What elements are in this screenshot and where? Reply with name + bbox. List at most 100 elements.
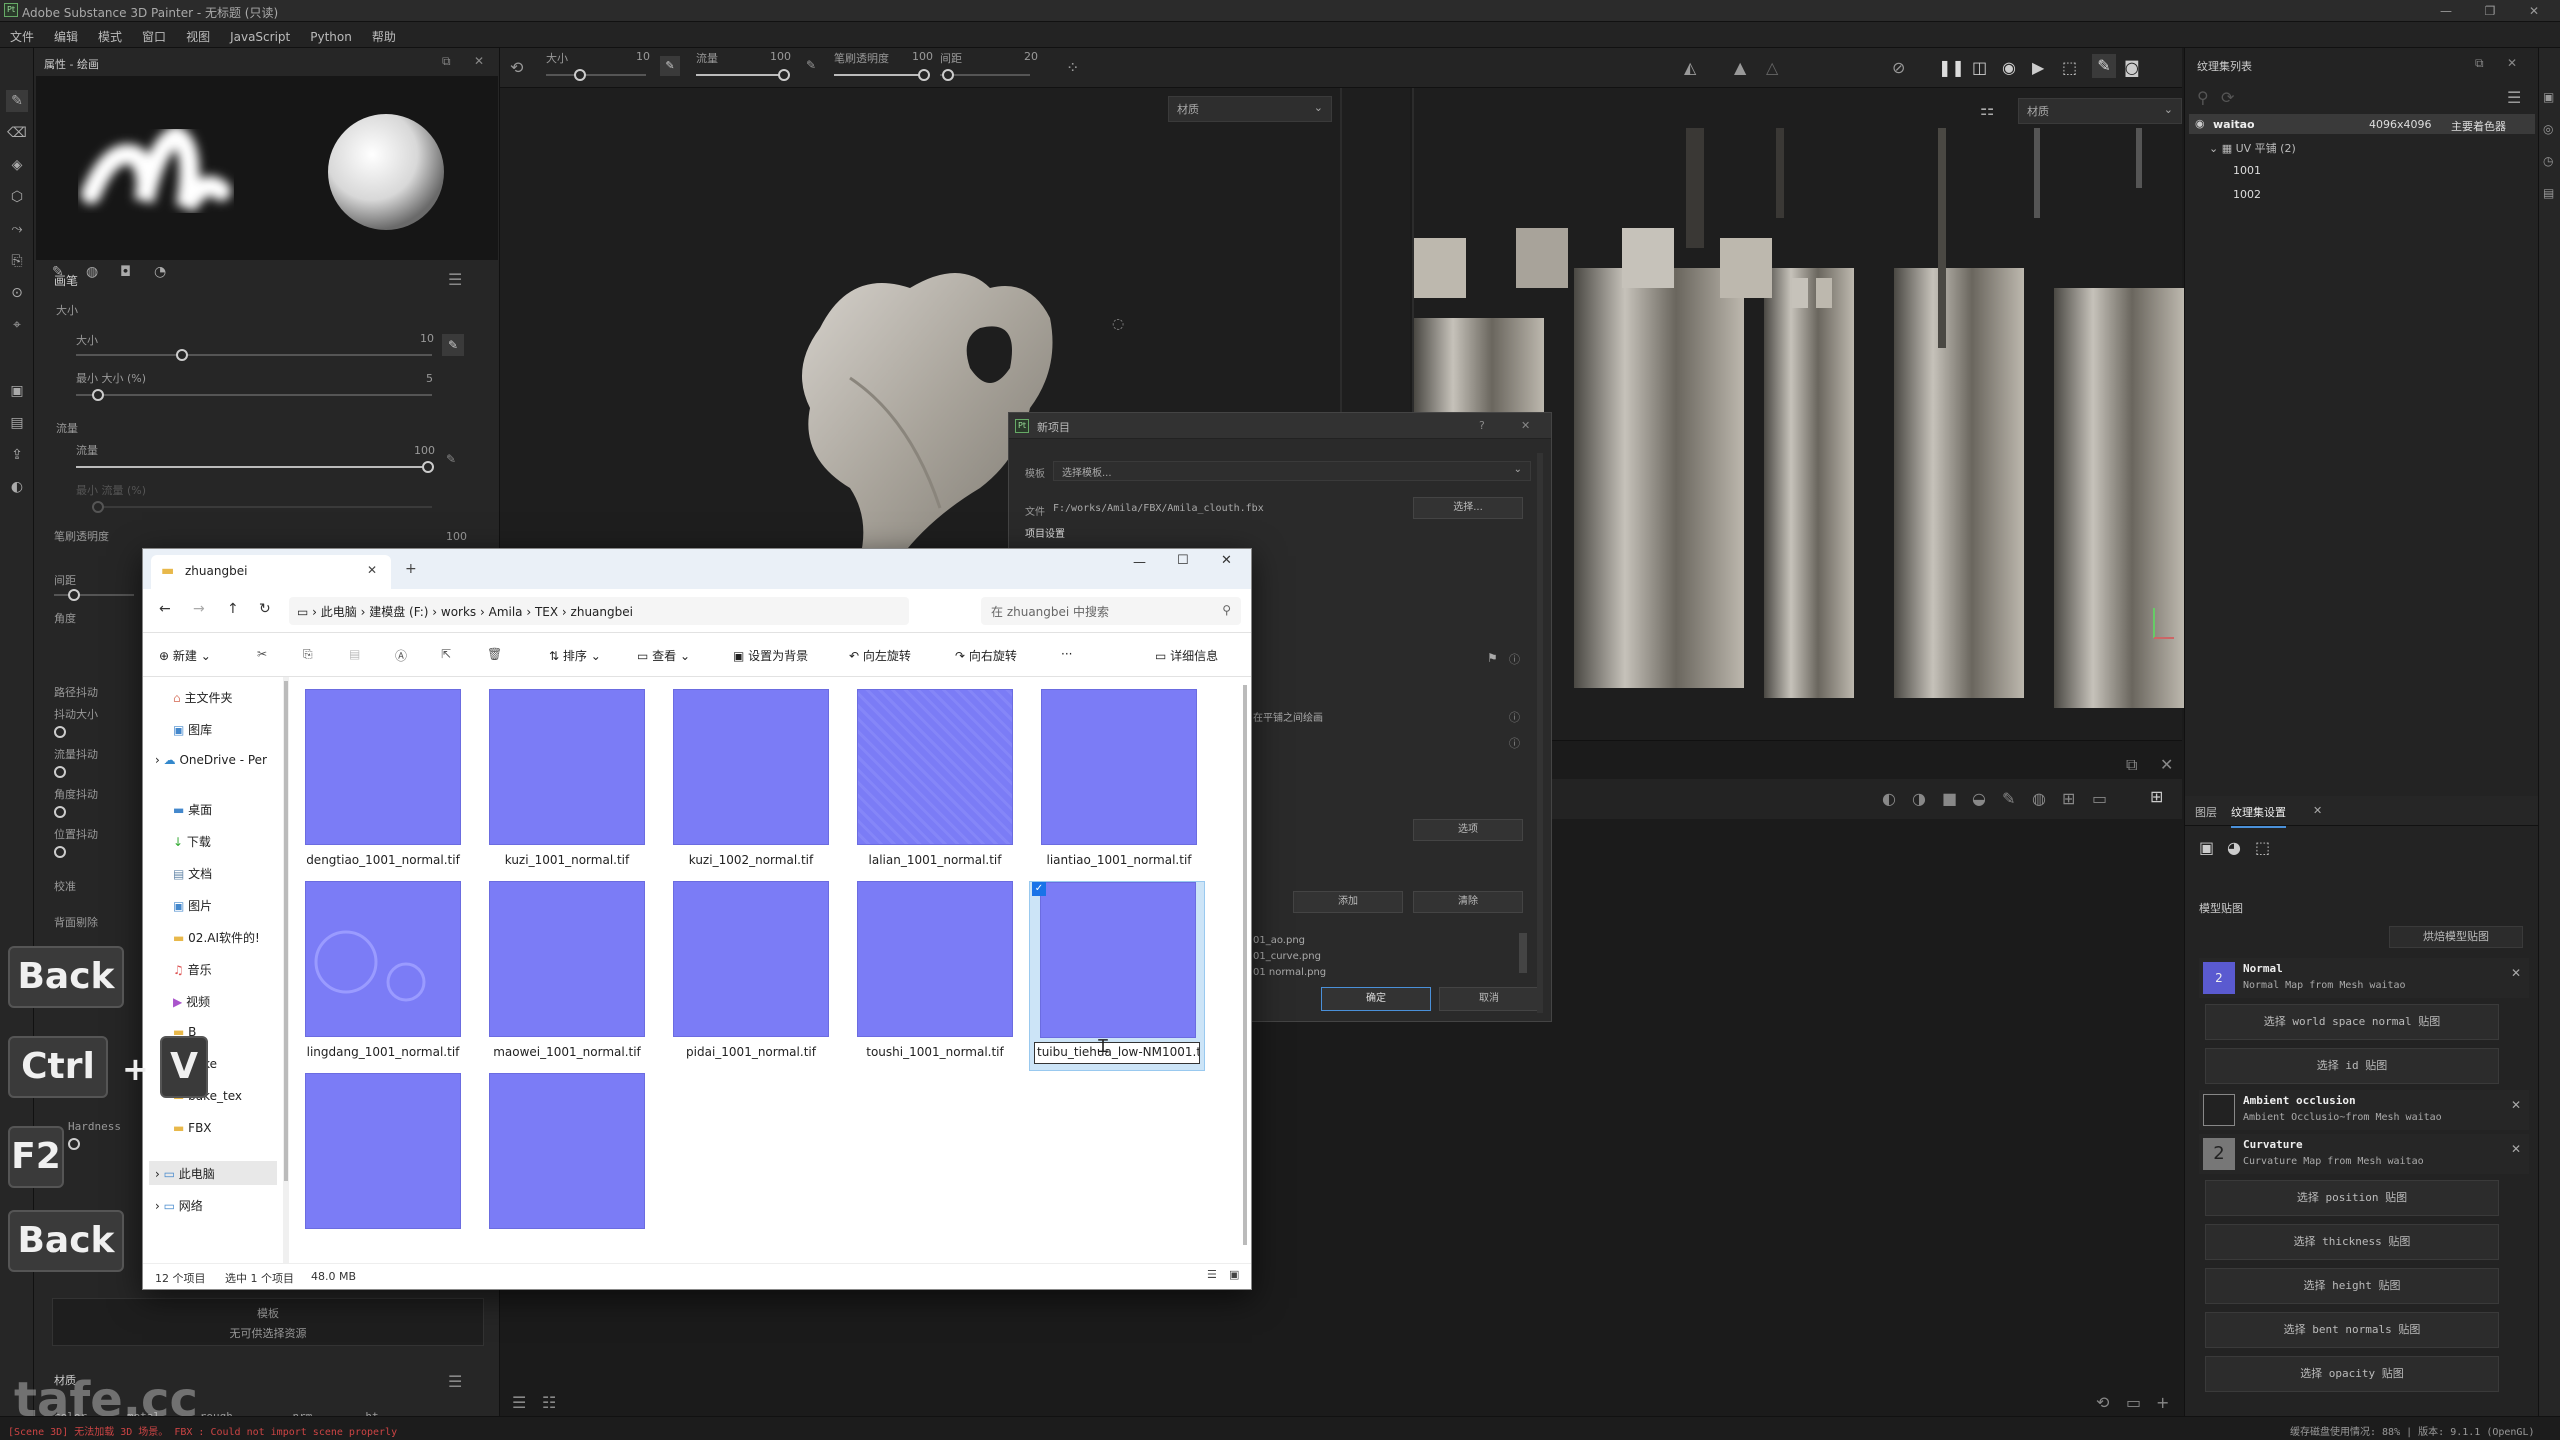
light2-icon[interactable]: △ [1766, 58, 1778, 77]
file-grid-scrollbar[interactable] [1243, 685, 1247, 1245]
opacity-map-button[interactable]: 选择 opacity 贴图 [2205, 1356, 2499, 1392]
spacing-knob[interactable] [68, 589, 80, 601]
file-list-item[interactable]: 01_ao.png [1253, 933, 1326, 949]
menu-javascript[interactable]: JavaScript [220, 24, 300, 44]
layer-filter-icon[interactable]: ◍ [2032, 789, 2046, 808]
nav-this-pc[interactable]: › ▭ 此电脑 [149, 1161, 277, 1185]
tab-close-icon[interactable]: ✕ [367, 563, 377, 577]
projection-icon[interactable]: ◈ [6, 154, 28, 176]
ts-float-icon[interactable]: ⧉ [2475, 56, 2484, 71]
dock-add-icon[interactable]: + [2156, 1393, 2169, 1412]
uv-tile-1002[interactable]: 1002 [2233, 188, 2261, 201]
tb-spacing-knob[interactable] [942, 69, 954, 81]
crumb[interactable]: TEX [535, 605, 558, 619]
size-slider[interactable] [76, 354, 432, 356]
search-box[interactable]: 在 zhuangbei 中搜索 ⚲ [981, 597, 1241, 625]
paste-icon[interactable]: ▤ [349, 647, 360, 661]
dock-list2-icon[interactable]: ☷ [542, 1393, 556, 1412]
polygon-fill-icon[interactable]: ⬡ [6, 186, 28, 208]
paint-brush-icon[interactable]: ✎ [6, 90, 28, 112]
menu-mode[interactable]: 模式 [88, 22, 132, 45]
layer-mask-icon[interactable]: ◐ [1882, 789, 1896, 808]
rename-icon[interactable]: Ⓐ [395, 647, 407, 664]
nav-videos[interactable]: ▶ 视频 [173, 993, 210, 1010]
material-mode-dropdown-2d[interactable]: 材质 ⌄ [2018, 98, 2182, 124]
section-menu-icon[interactable]: ☰ [448, 270, 462, 289]
ts-menu-icon[interactable]: ☰ [2507, 88, 2521, 107]
ok-button[interactable]: 确定 [1321, 987, 1431, 1011]
layer-view-icon[interactable]: ⊞ [2150, 787, 2163, 806]
dock-add-folder-icon[interactable]: ▭ [2126, 1393, 2141, 1412]
details-view-icon[interactable]: ☰ [1207, 1268, 1217, 1281]
crumb[interactable]: 此电脑 [321, 605, 357, 619]
file-list-item[interactable]: 01_curve.png [1253, 949, 1326, 965]
pen-pressure-icon[interactable]: ✎ [442, 334, 464, 356]
close-panel-icon[interactable]: ✕ [474, 54, 484, 68]
nav-downloads[interactable]: ↓ 下载 [173, 833, 211, 850]
add-button[interactable]: 添加 [1293, 891, 1403, 913]
settings-cap-icon[interactable]: ⚑ [1487, 651, 1498, 665]
curvature-remove-icon[interactable]: ✕ [2511, 1142, 2521, 1156]
tab-layers[interactable]: 图层 [2195, 804, 2217, 820]
size-slider-knob[interactable] [176, 349, 188, 361]
nav-fbx[interactable]: ▬ FBX [173, 1121, 212, 1135]
file-item-selected[interactable]: ✓ tuibu_tiehua_low-NM1001.tif Ɪ [1029, 881, 1205, 1071]
explorer-close-icon[interactable]: ✕ [1221, 553, 1232, 568]
min-size-knob[interactable] [92, 389, 104, 401]
grid-toggle-icon[interactable]: ⚏ [1980, 100, 1994, 119]
layer-paint-icon[interactable]: ✎ [2002, 789, 2015, 808]
smudge-icon[interactable]: ⤳ [6, 218, 28, 240]
pause-icon[interactable]: ❚❚ [1938, 58, 1965, 77]
crumb[interactable]: Amila [489, 605, 523, 619]
bake-mesh-maps-button[interactable]: 烘焙模型贴图 [2389, 926, 2523, 948]
tb-opacity-knob[interactable] [918, 69, 930, 81]
new-tab-icon[interactable]: + [405, 561, 417, 577]
tb-flow-pen-icon[interactable]: ✎ [806, 58, 816, 72]
up-icon[interactable]: ↑ [227, 601, 239, 617]
tb-flow-knob[interactable] [778, 69, 790, 81]
nav-network[interactable]: › ▭ 网络 [155, 1197, 203, 1214]
refresh-icon[interactable]: ↻ [259, 601, 271, 617]
strip-history-icon[interactable]: ◷ [2543, 154, 2553, 168]
set-wallpaper-button[interactable]: ▣ 设置为背景 [733, 647, 808, 664]
crumb[interactable]: zhuangbei [571, 605, 633, 619]
nav-documents[interactable]: ▤ 文档 [173, 865, 212, 882]
select-checkbox[interactable]: ✓ [1032, 882, 1046, 896]
uv-tiles-row[interactable]: ⌄ ▦ UV 平铺 (2) [2209, 140, 2296, 156]
sort-button[interactable]: ⇅ 排序 ⌄ [549, 647, 601, 664]
tb-opacity-slider[interactable] [834, 74, 924, 76]
spacing-slider[interactable] [54, 594, 134, 596]
camera-icon[interactable]: ▶ [2032, 58, 2044, 77]
jitter-size-knob[interactable] [54, 726, 66, 738]
camera-capture-icon[interactable]: ◙ [2124, 58, 2140, 77]
jitter-flow-knob[interactable] [54, 766, 66, 778]
tab-close-icon[interactable]: ✕ [2313, 804, 2322, 817]
flow-slider-knob[interactable] [422, 461, 434, 473]
rotate-left-button[interactable]: ↶ 向左旋转 [849, 647, 911, 664]
jitter-angle-knob[interactable] [54, 806, 66, 818]
id-map-button[interactable]: 选择 id 贴图 [2205, 1048, 2499, 1084]
layer-image-icon[interactable]: ▭ [2092, 789, 2107, 808]
minimize-button[interactable]: — [2424, 0, 2468, 22]
menu-python[interactable]: Python [300, 24, 362, 44]
more-button[interactable]: ··· [1061, 647, 1072, 661]
thumbnail-view-icon[interactable]: ▣ [1229, 1268, 1239, 1281]
float-panel-icon[interactable]: ⧉ [442, 54, 451, 69]
cancel-button[interactable]: 取消 [1439, 987, 1539, 1011]
explorer-maximize-icon[interactable]: ☐ [1177, 553, 1189, 568]
ts-filter-icon[interactable]: ⚲ [2197, 88, 2209, 107]
template-dropdown[interactable]: 选择模板... ⌄ [1053, 461, 1531, 481]
normal-map-slot[interactable]: 2 Normal Normal Map from Mesh waitao ✕ [2199, 958, 2529, 998]
tab-texture-set-settings[interactable]: 纹理集设置 [2231, 804, 2286, 828]
uv-tile-1001[interactable]: 1001 [2233, 164, 2261, 177]
normal-remove-icon[interactable]: ✕ [2511, 966, 2521, 980]
cut-icon[interactable]: ✂ [257, 647, 267, 661]
tab-alpha-icon[interactable]: ◍ [86, 264, 98, 280]
hide-icon[interactable]: ⊘ [1892, 58, 1905, 77]
option-info-icon[interactable]: ⓘ [1509, 709, 1520, 725]
flow-slider[interactable] [76, 466, 432, 468]
material-menu-icon[interactable]: ☰ [448, 1372, 462, 1391]
clear-button[interactable]: 清除 [1413, 891, 1523, 913]
material-mode-dropdown[interactable]: 材质 ⌄ [1168, 96, 1332, 122]
height-map-button[interactable]: 选择 height 贴图 [2205, 1268, 2499, 1304]
